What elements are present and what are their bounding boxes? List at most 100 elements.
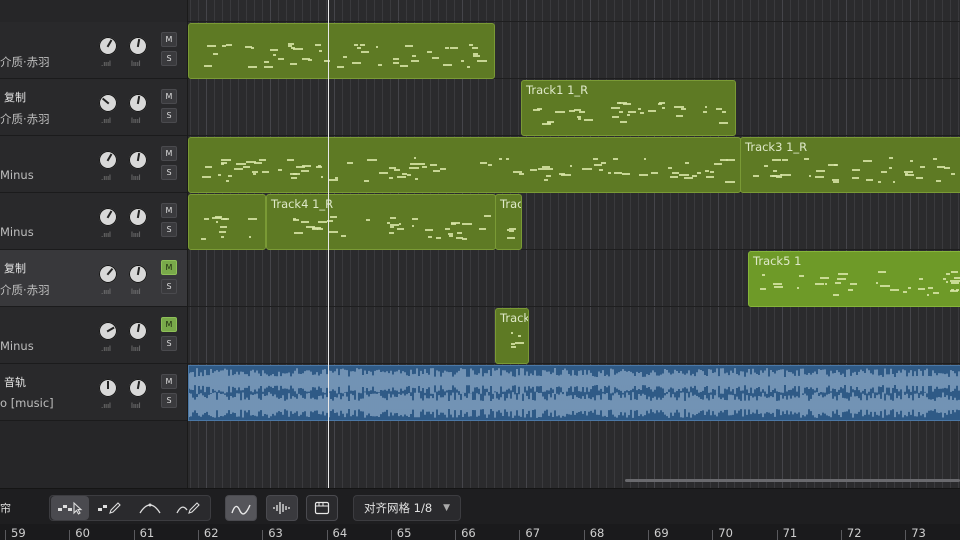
midi-note[interactable] — [444, 227, 451, 230]
midi-note[interactable] — [946, 272, 950, 275]
midi-note[interactable] — [622, 102, 631, 105]
midi-note[interactable] — [422, 165, 427, 168]
midi-note[interactable] — [643, 157, 647, 160]
pan-knob[interactable] — [129, 151, 147, 169]
midi-note[interactable] — [626, 113, 630, 116]
midi-note[interactable] — [547, 122, 552, 125]
midi-note[interactable] — [402, 172, 407, 175]
midi-note[interactable] — [320, 175, 323, 178]
midi-note[interactable] — [919, 278, 923, 281]
midi-note[interactable] — [613, 157, 618, 160]
midi-note[interactable] — [722, 110, 727, 113]
midi-note[interactable] — [774, 286, 783, 289]
midi-note[interactable] — [835, 282, 841, 285]
midi-note[interactable] — [329, 179, 339, 182]
volume-knob[interactable] — [99, 94, 117, 112]
midi-note[interactable] — [343, 55, 348, 58]
midi-note[interactable] — [295, 166, 305, 169]
midi-note[interactable] — [832, 294, 840, 296]
midi-note[interactable] — [888, 157, 893, 160]
midi-note[interactable] — [508, 230, 515, 233]
midi-note[interactable] — [546, 174, 552, 177]
midi-note[interactable] — [300, 220, 310, 223]
midi-note[interactable] — [222, 45, 226, 48]
midi-note[interactable] — [424, 228, 433, 231]
midi-note[interactable] — [473, 54, 481, 57]
midi-note[interactable] — [944, 167, 951, 170]
midi-clip[interactable] — [188, 194, 266, 250]
track-header-4[interactable]: Minus .ıııl lıııl M S — [0, 193, 187, 250]
midi-note[interactable] — [393, 169, 400, 172]
midi-note[interactable] — [293, 231, 303, 234]
midi-note[interactable] — [201, 175, 211, 178]
midi-note[interactable] — [262, 171, 269, 174]
midi-note[interactable] — [218, 231, 226, 234]
track-name[interactable]: 复制 — [4, 260, 26, 276]
midi-note[interactable] — [510, 331, 514, 334]
midi-note[interactable] — [814, 176, 824, 178]
midi-note[interactable] — [932, 291, 940, 294]
midi-note[interactable] — [559, 173, 566, 176]
midi-note[interactable] — [248, 236, 252, 239]
midi-note[interactable] — [287, 44, 293, 47]
midi-note[interactable] — [389, 167, 396, 170]
midi-clip[interactable]: Trac — [495, 194, 522, 250]
solo-button[interactable]: S — [161, 108, 177, 123]
mute-button[interactable]: M — [161, 374, 177, 389]
midi-note[interactable] — [706, 175, 715, 178]
midi-note[interactable] — [456, 232, 462, 235]
midi-note[interactable] — [415, 162, 426, 165]
midi-clip[interactable]: Track3 1_R — [740, 137, 960, 193]
midi-note[interactable] — [681, 108, 686, 111]
pan-knob[interactable] — [129, 37, 147, 55]
track-header-5[interactable]: 复制 介质·赤羽 .ıııl lıııl M S — [0, 250, 187, 307]
midi-note[interactable] — [460, 59, 464, 62]
midi-note[interactable] — [772, 282, 782, 285]
track-header-1[interactable]: 介质·赤羽 .ıııl lıııl M S — [0, 22, 187, 79]
midi-note[interactable] — [357, 47, 361, 50]
midi-note[interactable] — [290, 63, 298, 66]
midi-note[interactable] — [838, 273, 848, 276]
volume-knob[interactable] — [99, 379, 117, 397]
pan-knob[interactable] — [129, 379, 147, 397]
playhead[interactable] — [328, 0, 329, 488]
solo-button[interactable]: S — [161, 279, 177, 294]
midi-note[interactable] — [607, 172, 611, 175]
midi-note[interactable] — [203, 64, 212, 67]
midi-note[interactable] — [582, 168, 592, 170]
midi-note[interactable] — [360, 50, 369, 53]
track-header-3[interactable]: Minus .ıııl lıııl M S — [0, 136, 187, 193]
snap-grid-dropdown[interactable]: 对齐网格 1/8 ▼ — [353, 495, 461, 521]
midi-note[interactable] — [214, 216, 223, 219]
horizontal-scrollbar[interactable] — [625, 479, 960, 482]
midi-note[interactable] — [918, 287, 925, 290]
midi-note[interactable] — [611, 116, 619, 119]
midi-note[interactable] — [263, 65, 274, 68]
midi-note[interactable] — [222, 218, 229, 221]
midi-clip[interactable]: Track1 1_R — [521, 80, 736, 136]
pan-knob[interactable] — [129, 265, 147, 283]
midi-note[interactable] — [219, 226, 227, 229]
mute-button[interactable]: M — [161, 203, 177, 218]
midi-note[interactable] — [206, 44, 217, 47]
midi-note[interactable] — [719, 158, 728, 161]
midi-note[interactable] — [435, 237, 441, 240]
midi-note[interactable] — [273, 53, 276, 56]
midi-note[interactable] — [450, 47, 458, 50]
midi-clip[interactable]: Track4 1_R — [266, 194, 496, 250]
midi-note[interactable] — [390, 226, 394, 228]
midi-note[interactable] — [692, 174, 697, 177]
midi-note[interactable] — [264, 60, 269, 63]
midi-note[interactable] — [808, 174, 811, 177]
select-tool-button[interactable] — [51, 496, 89, 520]
midi-note[interactable] — [456, 236, 463, 239]
midi-note[interactable] — [354, 44, 358, 47]
midi-note[interactable] — [477, 60, 487, 63]
midi-note[interactable] — [674, 106, 684, 109]
midi-note[interactable] — [951, 282, 959, 285]
midi-note[interactable] — [780, 174, 783, 177]
midi-note[interactable] — [541, 166, 551, 169]
midi-note[interactable] — [351, 61, 361, 64]
midi-note[interactable] — [816, 169, 826, 172]
solo-button[interactable]: S — [161, 393, 177, 408]
